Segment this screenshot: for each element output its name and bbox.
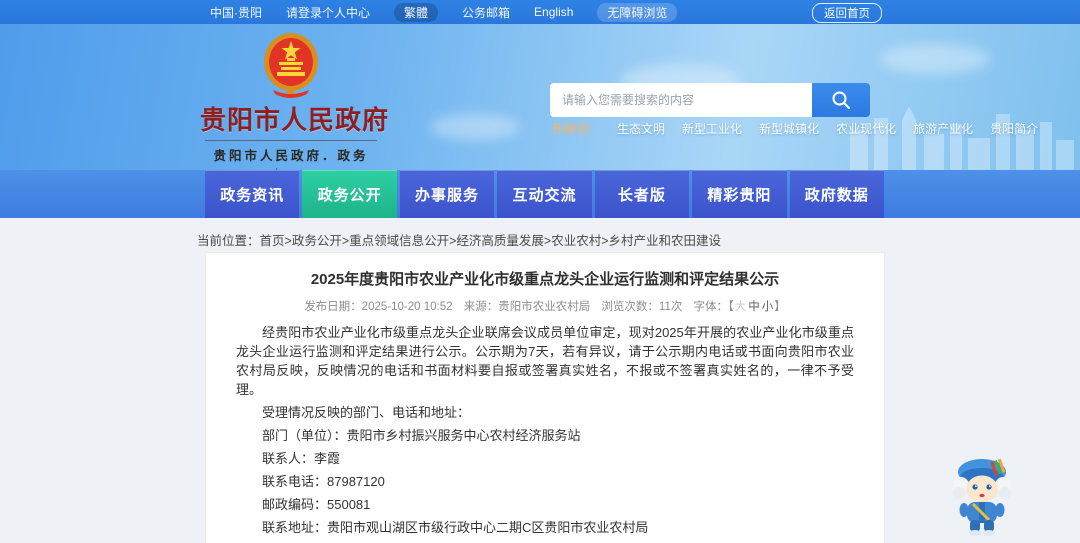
search-button[interactable]	[812, 83, 870, 117]
contact-person: 联系人：李霞	[262, 451, 341, 466]
site-logo-block: 贵阳市人民政府 贵阳市人民政府．政务 www.guiyang.gov.cn	[200, 32, 390, 170]
contact-postcode: 邮政编码：550081	[262, 497, 371, 512]
article-paragraph: 经贵阳市农业产业化市级重点龙头企业联席会议成员单位审定，现对2025年开展的农业…	[236, 325, 854, 397]
contact-address: 联系地址：贵阳市观山湖区市级行政中心二期C区贵阳市农业农村局	[262, 520, 649, 535]
breadcrumb-path[interactable]: 首页>政务公开>重点领域信息公开>经济高质量发展>农业农村>乡村产业和农田建设	[260, 234, 722, 248]
national-emblem-icon	[264, 33, 318, 98]
hot-search-label: 热搜词：	[552, 122, 601, 136]
hot-word-agriculture[interactable]: 农业现代化	[836, 120, 896, 137]
search-icon	[832, 91, 850, 109]
search-bar	[550, 83, 870, 117]
font-size-label: 字体：【	[693, 301, 734, 313]
font-size-medium-button[interactable]: 中	[748, 301, 760, 313]
site-title: 贵阳市人民政府	[200, 105, 390, 135]
article-card: 2025年度贵阳市农业产业化市级重点龙头企业运行监测和评定结果公示 发布日期：2…	[205, 252, 885, 543]
breadcrumb-label: 当前位置：	[197, 234, 260, 248]
topbar-link-official-mail[interactable]: 公务邮箱	[462, 4, 510, 21]
hot-word-ecology[interactable]: 生态文明	[617, 120, 665, 137]
hot-word-guiyang-intro[interactable]: 贵阳简介	[990, 120, 1038, 137]
nav-tab-wonderful-guiyang[interactable]: 精彩贵阳	[692, 170, 787, 218]
cloud-decoration	[880, 44, 990, 74]
contact-department: 部门（单位）：贵阳市乡村振兴服务中心农村经济服务站	[262, 428, 581, 443]
hot-word-urbanization[interactable]: 新型城镇化	[759, 120, 819, 137]
header-banner: 贵阳市人民政府 贵阳市人民政府．政务 www.guiyang.gov.cn 热搜…	[0, 24, 1080, 170]
contact-phone: 联系电话：87987120	[262, 474, 385, 489]
page: 中国·贵阳 请登录个人中心 繁體 公务邮箱 English 无障碍浏览 返回首页	[0, 0, 1080, 543]
topbar-link-traditional-chinese[interactable]: 繁體	[394, 2, 439, 22]
topbar-link-accessibility[interactable]: 无障碍浏览	[597, 2, 678, 22]
article-title: 2025年度贵阳市农业产业化市级重点龙头企业运行监测和评定结果公示	[310, 271, 780, 288]
source: 来源：贵阳市农业农村局	[463, 301, 591, 313]
nav-tab-senior-version[interactable]: 长者版	[594, 170, 690, 218]
topbar-link-english[interactable]: English	[534, 5, 573, 19]
nav-tab-services[interactable]: 办事服务	[399, 170, 495, 218]
article-paragraph: 受理情况反映的部门、电话和地址：	[262, 405, 471, 420]
breadcrumb: 当前位置：首页>政务公开>重点领域信息公开>经济高质量发展>农业农村>乡村产业和…	[197, 230, 721, 249]
topbar-links: 中国·贵阳 请登录个人中心 繁體 公务邮箱 English 无障碍浏览	[210, 2, 678, 22]
font-size-large-button[interactable]: 大	[735, 301, 747, 313]
main-navigation: 政务资讯 政务公开 办事服务 互动交流 长者版 精彩贵阳 政府数据	[0, 170, 1080, 218]
hot-word-tourism[interactable]: 旅游产业化	[913, 120, 973, 137]
publish-date: 发布日期：2025-10-20 10:52	[304, 301, 453, 313]
nav-tab-gov-disclosure[interactable]: 政务公开	[302, 170, 397, 218]
nav-tab-news[interactable]: 政务资讯	[205, 170, 300, 218]
article-meta: 发布日期：2025-10-20 10:52 来源：贵阳市农业农村局 浏览次数：1…	[236, 298, 854, 314]
top-utility-bar: 中国·贵阳 请登录个人中心 繁體 公务邮箱 English 无障碍浏览 返回首页	[0, 0, 1080, 24]
hot-word-industrialization[interactable]: 新型工业化	[682, 120, 742, 137]
nav-tab-interaction[interactable]: 互动交流	[497, 170, 592, 218]
font-size-small-button[interactable]: 小	[762, 301, 774, 313]
topbar-link-login-personal-center[interactable]: 请登录个人中心	[286, 4, 370, 21]
font-size-label-close: 】	[774, 301, 786, 313]
mascot-character[interactable]	[946, 452, 1018, 536]
topbar-link-china-guiyang[interactable]: 中国·贵阳	[210, 4, 262, 21]
nav-tabs: 政务资讯 政务公开 办事服务 互动交流 长者版 精彩贵阳 政府数据	[205, 170, 884, 218]
view-count: 浏览次数：11次	[601, 301, 683, 313]
nav-tab-gov-data[interactable]: 政府数据	[789, 170, 884, 218]
hot-search-row: 热搜词： 生态文明 新型工业化 新型城镇化 农业现代化 旅游产业化 贵阳简介	[552, 120, 1038, 137]
search-input[interactable]	[550, 83, 812, 117]
cloud-decoration	[430, 114, 520, 140]
return-home-button[interactable]: 返回首页	[812, 3, 882, 23]
site-subtitle: 贵阳市人民政府．政务	[205, 140, 377, 164]
